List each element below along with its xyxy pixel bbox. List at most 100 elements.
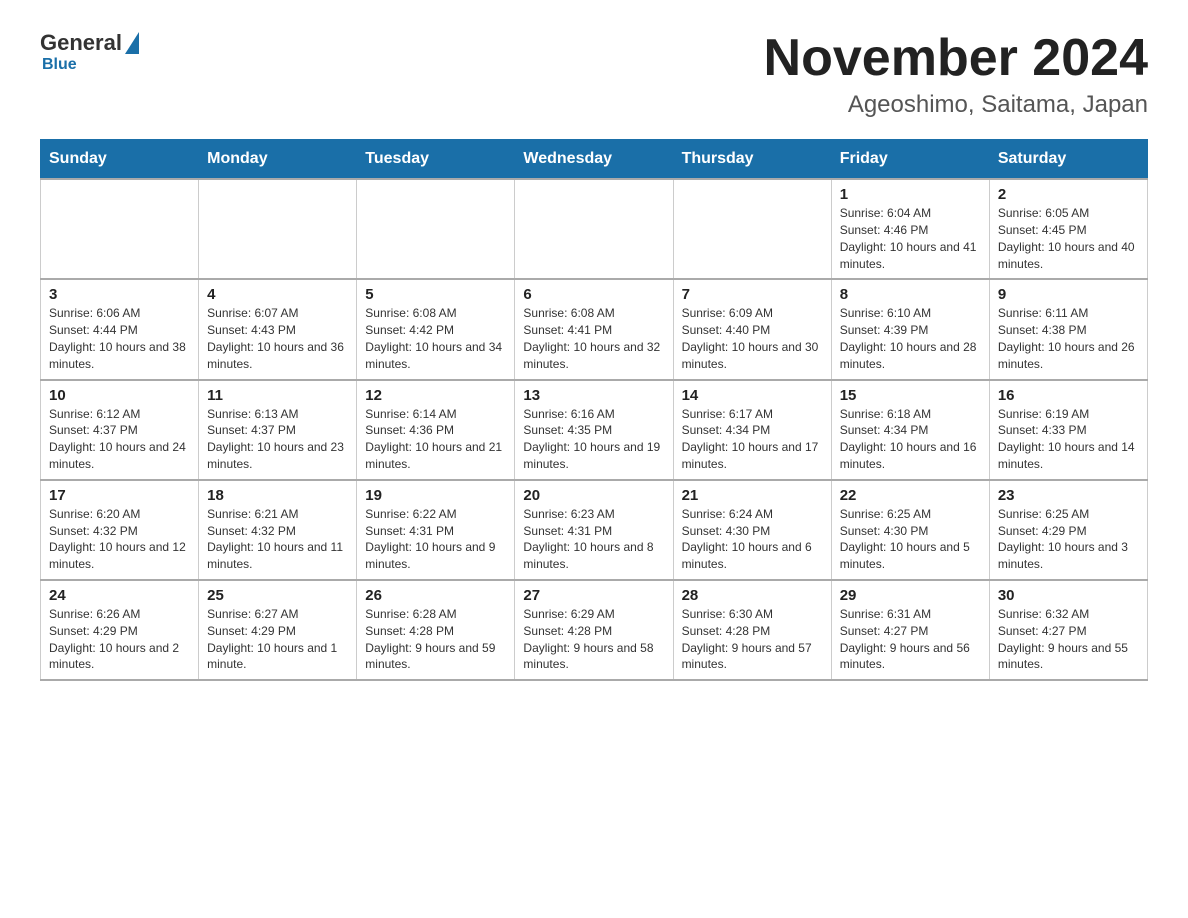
weekday-header-sunday: Sunday — [41, 140, 199, 180]
day-number: 9 — [998, 286, 1139, 303]
logo-general-text: General — [40, 30, 122, 56]
week-row-4: 17 Sunrise: 6:20 AMSunset: 4:32 PMDayligh… — [41, 480, 1148, 580]
week-row-3: 10 Sunrise: 6:12 AMSunset: 4:37 PMDayligh… — [41, 380, 1148, 480]
weekday-header-row: SundayMondayTuesdayWednesdayThursdayFrid… — [41, 140, 1148, 180]
day-info: Sunrise: 6:08 AMSunset: 4:41 PMDaylight:… — [523, 305, 664, 372]
logo-triangle-icon — [125, 32, 139, 54]
day-info: Sunrise: 6:12 AMSunset: 4:37 PMDaylight:… — [49, 406, 190, 473]
calendar-cell: 1Sunrise: 6:04 AMSunset: 4:46 PMDaylight… — [831, 179, 989, 279]
calendar-cell — [357, 179, 515, 279]
calendar-cell: 20Sunrise: 6:23 AMSunset: 4:31 PMDayligh… — [515, 480, 673, 580]
day-number: 4 — [207, 286, 348, 303]
calendar-cell: 22Sunrise: 6:25 AMSunset: 4:30 PMDayligh… — [831, 480, 989, 580]
title-block: November 2024 Ageoshimo, Saitama, Japan — [764, 30, 1148, 119]
calendar-title: November 2024 — [764, 30, 1148, 87]
day-number: 7 — [682, 286, 823, 303]
day-info: Sunrise: 6:08 AMSunset: 4:42 PMDaylight:… — [365, 305, 506, 372]
logo: General Blue — [40, 30, 139, 74]
day-info: Sunrise: 6:04 AMSunset: 4:46 PMDaylight:… — [840, 205, 981, 272]
day-info: Sunrise: 6:13 AMSunset: 4:37 PMDaylight:… — [207, 406, 348, 473]
day-info: Sunrise: 6:21 AMSunset: 4:32 PMDaylight:… — [207, 506, 348, 573]
calendar-cell: 21 Sunrise: 6:24 AMSunset: 4:30 PMDayligh… — [673, 480, 831, 580]
calendar-cell: 9 Sunrise: 6:11 AMSunset: 4:38 PMDaylight… — [989, 279, 1147, 379]
calendar-cell: 28 Sunrise: 6:30 AMSunset: 4:28 PMDayligh… — [673, 580, 831, 680]
calendar-cell: 7 Sunrise: 6:09 AMSunset: 4:40 PMDaylight… — [673, 279, 831, 379]
day-number: 3 — [49, 286, 190, 303]
calendar-cell: 25Sunrise: 6:27 AMSunset: 4:29 PMDayligh… — [199, 580, 357, 680]
calendar-cell: 12 Sunrise: 6:14 AMSunset: 4:36 PMDayligh… — [357, 380, 515, 480]
day-number: 26 — [365, 587, 506, 604]
day-number: 12 — [365, 387, 506, 404]
day-info: Sunrise: 6:22 AMSunset: 4:31 PMDaylight:… — [365, 506, 506, 573]
day-number: 2 — [998, 186, 1139, 203]
day-number: 5 — [365, 286, 506, 303]
calendar-cell: 10 Sunrise: 6:12 AMSunset: 4:37 PMDayligh… — [41, 380, 199, 480]
calendar-cell: 4 Sunrise: 6:07 AMSunset: 4:43 PMDaylight… — [199, 279, 357, 379]
day-number: 17 — [49, 487, 190, 504]
calendar-cell: 16 Sunrise: 6:19 AMSunset: 4:33 PMDayligh… — [989, 380, 1147, 480]
day-number: 29 — [840, 587, 981, 604]
calendar-cell: 3 Sunrise: 6:06 AMSunset: 4:44 PMDaylight… — [41, 279, 199, 379]
day-info: Sunrise: 6:19 AMSunset: 4:33 PMDaylight:… — [998, 406, 1139, 473]
calendar-cell: 24 Sunrise: 6:26 AMSunset: 4:29 PMDayligh… — [41, 580, 199, 680]
week-row-1: 1Sunrise: 6:04 AMSunset: 4:46 PMDaylight… — [41, 179, 1148, 279]
calendar-cell: 17 Sunrise: 6:20 AMSunset: 4:32 PMDayligh… — [41, 480, 199, 580]
weekday-header-thursday: Thursday — [673, 140, 831, 180]
calendar-cell: 18 Sunrise: 6:21 AMSunset: 4:32 PMDayligh… — [199, 480, 357, 580]
day-number: 16 — [998, 387, 1139, 404]
calendar-cell: 19 Sunrise: 6:22 AMSunset: 4:31 PMDayligh… — [357, 480, 515, 580]
calendar-cell: 29Sunrise: 6:31 AMSunset: 4:27 PMDayligh… — [831, 580, 989, 680]
day-info: Sunrise: 6:17 AMSunset: 4:34 PMDaylight:… — [682, 406, 823, 473]
calendar-cell: 23 Sunrise: 6:25 AMSunset: 4:29 PMDayligh… — [989, 480, 1147, 580]
day-number: 19 — [365, 487, 506, 504]
day-number: 6 — [523, 286, 664, 303]
day-number: 14 — [682, 387, 823, 404]
calendar-cell: 15 Sunrise: 6:18 AMSunset: 4:34 PMDayligh… — [831, 380, 989, 480]
day-info: Sunrise: 6:07 AMSunset: 4:43 PMDaylight:… — [207, 305, 348, 372]
day-number: 27 — [523, 587, 664, 604]
week-row-5: 24 Sunrise: 6:26 AMSunset: 4:29 PMDayligh… — [41, 580, 1148, 680]
week-row-2: 3 Sunrise: 6:06 AMSunset: 4:44 PMDaylight… — [41, 279, 1148, 379]
day-info: Sunrise: 6:16 AMSunset: 4:35 PMDaylight:… — [523, 406, 664, 473]
weekday-header-monday: Monday — [199, 140, 357, 180]
day-info: Sunrise: 6:32 AMSunset: 4:27 PMDaylight:… — [998, 606, 1139, 673]
calendar-table: SundayMondayTuesdayWednesdayThursdayFrid… — [40, 139, 1148, 681]
day-info: Sunrise: 6:24 AMSunset: 4:30 PMDaylight:… — [682, 506, 823, 573]
calendar-cell — [199, 179, 357, 279]
day-number: 18 — [207, 487, 348, 504]
weekday-header-wednesday: Wednesday — [515, 140, 673, 180]
day-number: 20 — [523, 487, 664, 504]
day-info: Sunrise: 6:20 AMSunset: 4:32 PMDaylight:… — [49, 506, 190, 573]
day-info: Sunrise: 6:09 AMSunset: 4:40 PMDaylight:… — [682, 305, 823, 372]
day-number: 24 — [49, 587, 190, 604]
day-info: Sunrise: 6:26 AMSunset: 4:29 PMDaylight:… — [49, 606, 190, 673]
calendar-cell: 2Sunrise: 6:05 AMSunset: 4:45 PMDaylight… — [989, 179, 1147, 279]
day-info: Sunrise: 6:29 AMSunset: 4:28 PMDaylight:… — [523, 606, 664, 673]
page-header: General Blue November 2024 Ageoshimo, Sa… — [40, 30, 1148, 119]
calendar-cell: 13 Sunrise: 6:16 AMSunset: 4:35 PMDayligh… — [515, 380, 673, 480]
day-number: 13 — [523, 387, 664, 404]
day-info: Sunrise: 6:14 AMSunset: 4:36 PMDaylight:… — [365, 406, 506, 473]
calendar-cell: 8Sunrise: 6:10 AMSunset: 4:39 PMDaylight… — [831, 279, 989, 379]
calendar-cell: 6 Sunrise: 6:08 AMSunset: 4:41 PMDaylight… — [515, 279, 673, 379]
day-number: 28 — [682, 587, 823, 604]
day-info: Sunrise: 6:06 AMSunset: 4:44 PMDaylight:… — [49, 305, 190, 372]
day-number: 11 — [207, 387, 348, 404]
calendar-cell: 27 Sunrise: 6:29 AMSunset: 4:28 PMDayligh… — [515, 580, 673, 680]
day-number: 15 — [840, 387, 981, 404]
day-number: 21 — [682, 487, 823, 504]
day-number: 10 — [49, 387, 190, 404]
day-info: Sunrise: 6:30 AMSunset: 4:28 PMDaylight:… — [682, 606, 823, 673]
day-number: 30 — [998, 587, 1139, 604]
day-info: Sunrise: 6:18 AMSunset: 4:34 PMDaylight:… — [840, 406, 981, 473]
calendar-cell — [515, 179, 673, 279]
day-number: 25 — [207, 587, 348, 604]
day-info: Sunrise: 6:28 AMSunset: 4:28 PMDaylight:… — [365, 606, 506, 673]
day-info: Sunrise: 6:11 AMSunset: 4:38 PMDaylight:… — [998, 305, 1139, 372]
calendar-cell: 30 Sunrise: 6:32 AMSunset: 4:27 PMDayligh… — [989, 580, 1147, 680]
calendar-cell — [673, 179, 831, 279]
calendar-cell: 11 Sunrise: 6:13 AMSunset: 4:37 PMDayligh… — [199, 380, 357, 480]
day-info: Sunrise: 6:25 AMSunset: 4:29 PMDaylight:… — [998, 506, 1139, 573]
day-number: 8 — [840, 286, 981, 303]
day-number: 23 — [998, 487, 1139, 504]
